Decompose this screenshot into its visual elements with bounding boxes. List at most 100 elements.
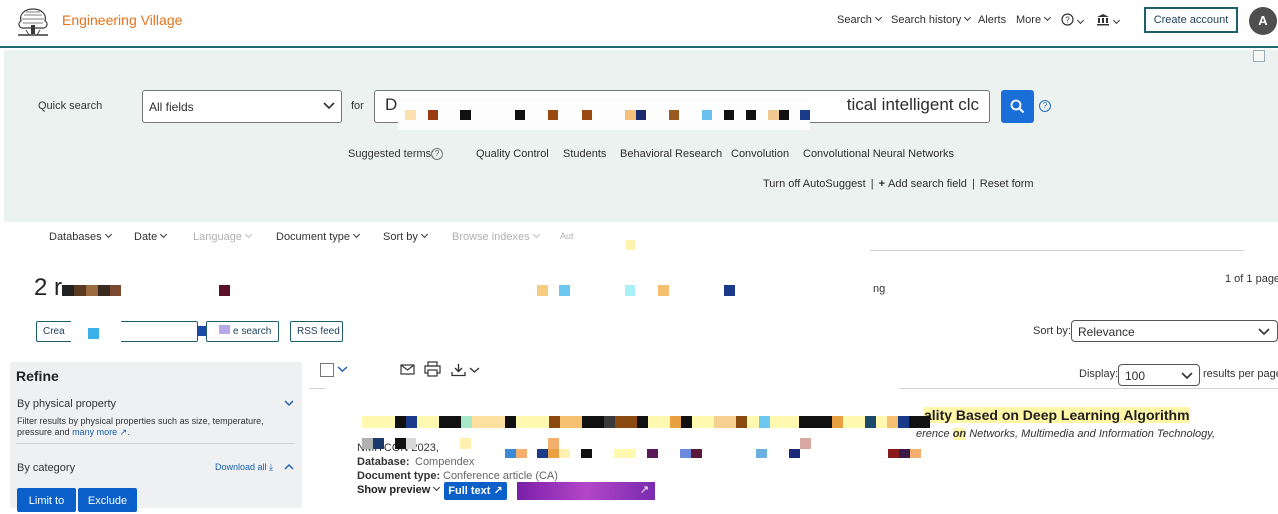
redaction-block (888, 449, 921, 458)
suggested-help-icon[interactable]: ? (431, 148, 443, 160)
brand-name[interactable]: Engineering Village (62, 12, 182, 28)
suggested-term[interactable]: Behavioral Research (620, 148, 722, 160)
reset-form-link[interactable]: Reset form (980, 178, 1034, 190)
redacted-link-button[interactable]: ↗ (517, 482, 655, 500)
redaction-block (548, 438, 559, 449)
help-circle-icon: ? (1061, 13, 1074, 26)
page-info: 1 of 1 pages (1225, 273, 1278, 285)
chevron-down-icon (1112, 16, 1121, 25)
search-help-icon[interactable]: ? (1039, 100, 1051, 112)
limit-to-button[interactable]: Limit to (17, 488, 76, 512)
document-type-label: Document type: (357, 470, 441, 482)
redaction-block (800, 110, 810, 120)
filter-browse-indexes[interactable]: Browse indexes (452, 230, 540, 243)
filter-databases[interactable]: Databases (49, 230, 112, 243)
avatar[interactable]: A (1249, 7, 1277, 35)
filter-partial[interactable]: Aut (560, 231, 574, 241)
institution-icon (1097, 14, 1109, 26)
redaction-block (779, 110, 789, 120)
nav-alerts[interactable]: Alerts (978, 14, 1006, 26)
nav-search[interactable]: Search (837, 13, 882, 26)
suggested-term[interactable]: Students (563, 148, 606, 160)
suggested-terms-label: Suggested terms: (348, 148, 435, 160)
filter-language[interactable]: Language (193, 230, 252, 243)
filter-sort-by[interactable]: Sort by (383, 230, 428, 243)
chevron-down-icon[interactable] (469, 367, 480, 374)
redaction-block (395, 438, 406, 449)
database-value: Compendex (415, 456, 475, 468)
category-label[interactable]: By category (17, 462, 75, 474)
nav-more-label: More (1016, 14, 1042, 26)
redaction-block (405, 110, 416, 120)
result-conference-highlight: on (952, 428, 967, 440)
save-search-label: e search (233, 326, 272, 337)
search-query-start: D (385, 95, 398, 114)
chevron-down-icon (1076, 16, 1085, 25)
result-conference: erence on Networks, Multimedia and Infor… (916, 428, 1215, 440)
search-options-row: Turn off AutoSuggest | + Add search field | R… (763, 178, 1034, 190)
physical-property-label[interactable]: By physical property (17, 398, 116, 410)
database-label: Database: (357, 456, 410, 468)
add-search-field-link[interactable]: Add search field (888, 178, 967, 190)
search-query-end: tical intelligent clc (846, 95, 979, 114)
broken-image-icon (1253, 50, 1265, 62)
suggested-term[interactable]: Convolution (731, 148, 789, 160)
filter-sort-by-label: Sort by (383, 231, 418, 243)
search-field-select[interactable]: All fields (142, 90, 342, 123)
redaction-block (362, 438, 373, 449)
email-icon[interactable] (400, 364, 415, 375)
filter-document-type[interactable]: Document type (276, 230, 361, 243)
many-more-link[interactable]: many more (72, 427, 117, 437)
turn-off-autosuggest-link[interactable]: Turn off AutoSuggest (763, 178, 866, 190)
chevron-down-icon (420, 230, 428, 239)
rss-feed-button[interactable]: RSS feed (290, 321, 343, 342)
display-count-select[interactable]: 100 (1118, 364, 1200, 386)
refine-title: Refine (16, 368, 59, 384)
redaction-block (219, 285, 230, 296)
chevron-down-icon (874, 13, 882, 22)
chevron-down-icon[interactable] (284, 400, 294, 407)
search-button[interactable] (1001, 90, 1034, 123)
plus-icon: + (878, 178, 886, 190)
elsevier-tree-logo[interactable] (14, 3, 52, 37)
result-title[interactable]: ality Based on Deep Learning Algorithm (924, 407, 1190, 423)
sort-by-select[interactable]: Relevance (1071, 320, 1278, 342)
divider (870, 250, 1244, 251)
nav-search-history[interactable]: Search history (891, 13, 972, 26)
chevron-down-icon (964, 13, 972, 22)
redaction-block (626, 240, 635, 250)
show-preview-toggle[interactable]: Show preview (357, 483, 441, 496)
select-all-checkbox[interactable] (320, 363, 334, 377)
suggested-term[interactable]: Quality Control (476, 148, 549, 160)
nav-help[interactable]: ? (1061, 13, 1085, 29)
display-count-value: 100 (1125, 369, 1146, 383)
filter-date[interactable]: Date (134, 230, 168, 243)
redaction-block (636, 110, 646, 120)
filter-language-label: Language (193, 231, 242, 243)
save-search-button[interactable]: e search (206, 321, 279, 342)
nav-more[interactable]: More (1016, 13, 1052, 26)
redaction-block (548, 110, 558, 120)
divider (309, 388, 325, 389)
redaction-block (789, 449, 800, 458)
top-header: Engineering Village Search Search histor… (0, 0, 1278, 48)
redaction-block (362, 416, 930, 428)
nav-institution[interactable] (1096, 13, 1121, 29)
create-account-button[interactable]: Create account (1144, 7, 1238, 33)
display-label: Display: (1079, 368, 1119, 380)
print-icon[interactable] (424, 361, 441, 377)
exclude-button[interactable]: Exclude (78, 488, 137, 512)
suggested-term[interactable]: Convolutional Neural Networks (803, 148, 954, 160)
redaction-block (680, 449, 702, 458)
redaction-block (559, 449, 570, 458)
download-all-link[interactable]: Download all ⤓ (215, 462, 273, 473)
chevron-up-icon[interactable] (284, 463, 294, 470)
download-icon: ⤓ (269, 462, 274, 472)
search-panel (4, 50, 1278, 222)
redaction-block (515, 110, 525, 120)
full-text-button[interactable]: Full text ↗ (444, 482, 507, 500)
redaction-block (505, 449, 527, 458)
divider (16, 443, 294, 444)
download-icon[interactable] (451, 363, 466, 377)
chevron-down-icon[interactable] (337, 366, 348, 373)
